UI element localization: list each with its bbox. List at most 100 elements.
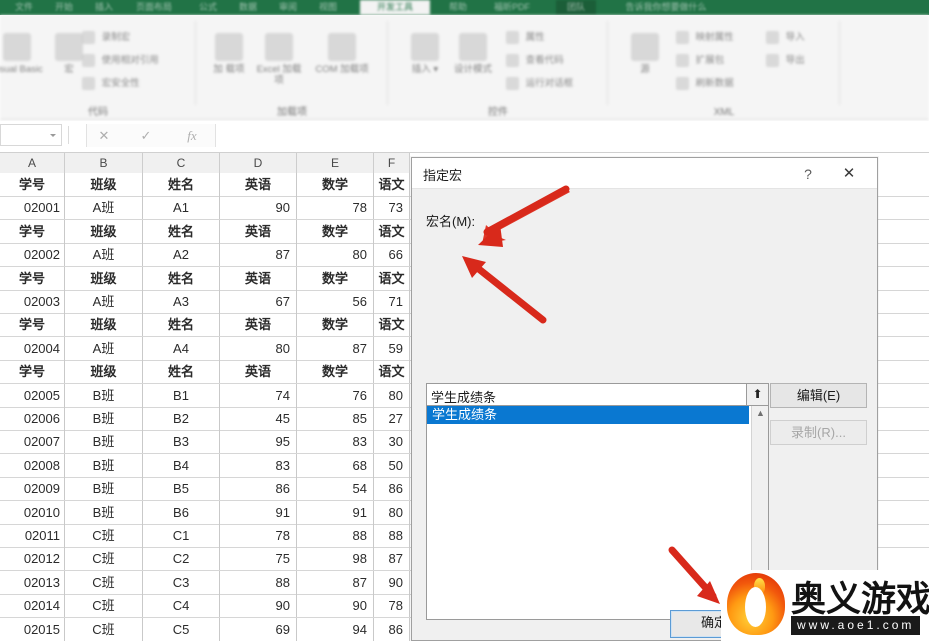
cell-C7[interactable]: 姓名 (143, 313, 220, 337)
cell-C1[interactable]: 姓名 (143, 173, 220, 196)
cell-F15[interactable]: 80 (374, 500, 410, 524)
cell-A3[interactable]: 学号 (0, 219, 65, 243)
cell-B7[interactable]: 班级 (65, 313, 143, 337)
cell-B17[interactable]: C班 (65, 547, 143, 571)
cell-D8[interactable]: 80 (220, 336, 297, 360)
cell-A11[interactable]: 02006 (0, 407, 65, 430)
cell-D5[interactable]: 英语 (220, 266, 297, 290)
scroll-up-icon[interactable]: ▲ (752, 406, 769, 423)
cell-C20[interactable]: C5 (143, 617, 220, 641)
cell-D7[interactable]: 英语 (220, 313, 297, 337)
cell-E9[interactable]: 数学 (297, 360, 374, 384)
cell-C10[interactable]: B1 (143, 383, 220, 407)
cell-E4[interactable]: 80 (297, 243, 374, 267)
cell-B3[interactable]: 班级 (65, 219, 143, 243)
cell-B20[interactable]: C班 (65, 617, 143, 641)
ribbon-tab-5[interactable]: 数据 (232, 0, 264, 15)
cell-A14[interactable]: 02009 (0, 477, 65, 501)
cell-A9[interactable]: 学号 (0, 360, 65, 384)
cell-C5[interactable]: 姓名 (143, 266, 220, 290)
ribbon-tab-1[interactable]: 开始 (48, 0, 80, 15)
cell-E3[interactable]: 数学 (297, 219, 374, 243)
cell-B14[interactable]: B班 (65, 477, 143, 501)
cell-D17[interactable]: 75 (220, 547, 297, 571)
ribbon-tabstrip[interactable]: 文件 开始 插入 页面布局 公式 数据 审阅 视图 开发工具 帮助 福昕PDF 团队 告诉我你想要做什么 (0, 0, 929, 15)
cell-B19[interactable]: C班 (65, 594, 143, 618)
cell-D6[interactable]: 67 (220, 290, 297, 313)
column-header-B[interactable]: B (65, 153, 143, 173)
cell-A5[interactable]: 学号 (0, 266, 65, 290)
list-item[interactable]: 学生成绩条 (427, 406, 749, 424)
column-header-E[interactable]: E (297, 153, 374, 173)
cell-F10[interactable]: 80 (374, 383, 410, 407)
ribbon-tab-4[interactable]: 公式 (192, 0, 224, 15)
ribbon-button-xml-source[interactable]: 源 (618, 29, 672, 75)
cell-A8[interactable]: 02004 (0, 336, 65, 360)
cell-B8[interactable]: A班 (65, 336, 143, 360)
cell-D3[interactable]: 英语 (220, 219, 297, 243)
cell-D16[interactable]: 78 (220, 524, 297, 547)
ribbon-tab-12[interactable]: 告诉我你想要做什么 (606, 0, 726, 15)
cell-C19[interactable]: C4 (143, 594, 220, 618)
cell-C8[interactable]: A4 (143, 336, 220, 360)
ribbon-button-import[interactable]: 导入 (766, 29, 805, 47)
cell-E11[interactable]: 85 (297, 407, 374, 430)
cell-A18[interactable]: 02013 (0, 570, 65, 594)
cell-A10[interactable]: 02005 (0, 383, 65, 407)
cell-F17[interactable]: 87 (374, 547, 410, 571)
ribbon-button-export[interactable]: 导出 (766, 52, 805, 70)
cell-D10[interactable]: 74 (220, 383, 297, 407)
cell-F5[interactable]: 语文 (374, 266, 410, 290)
ribbon-button-map-properties[interactable]: 映射属性 (676, 29, 734, 47)
cell-E1[interactable]: 数学 (297, 173, 374, 196)
cell-E13[interactable]: 68 (297, 453, 374, 477)
cell-A7[interactable]: 学号 (0, 313, 65, 337)
cell-E18[interactable]: 87 (297, 570, 374, 594)
column-header-C[interactable]: C (143, 153, 220, 173)
column-header-A[interactable]: A (0, 153, 65, 173)
ribbon-tab-6[interactable]: 审阅 (272, 0, 304, 15)
cell-F19[interactable]: 78 (374, 594, 410, 618)
dialog-title-bar[interactable]: 指定宏 ? ✕ (412, 158, 877, 189)
cell-A17[interactable]: 02012 (0, 547, 65, 571)
cell-D14[interactable]: 86 (220, 477, 297, 501)
help-icon[interactable]: ? (795, 163, 821, 185)
ribbon-tab-0[interactable]: 文件 (8, 0, 40, 15)
cell-C14[interactable]: B5 (143, 477, 220, 501)
ribbon-tab-8[interactable]: 开发工具 (360, 0, 430, 15)
cell-F3[interactable]: 语文 (374, 219, 410, 243)
cell-D2[interactable]: 90 (220, 196, 297, 220)
ribbon-button-view-code[interactable]: 查看代码 (506, 52, 564, 70)
cell-E20[interactable]: 94 (297, 617, 374, 641)
cell-E12[interactable]: 83 (297, 430, 374, 454)
cell-E19[interactable]: 90 (297, 594, 374, 618)
cell-D13[interactable]: 83 (220, 453, 297, 477)
name-box[interactable] (0, 124, 62, 146)
cell-C2[interactable]: A1 (143, 196, 220, 220)
cell-B2[interactable]: A班 (65, 196, 143, 220)
cell-F20[interactable]: 86 (374, 617, 410, 641)
cell-D4[interactable]: 87 (220, 243, 297, 267)
cell-F16[interactable]: 88 (374, 524, 410, 547)
ribbon-button-insert-control[interactable]: 插入 ▾ (398, 29, 452, 75)
column-header-F[interactable]: F (374, 153, 410, 173)
ribbon-button-macro-security[interactable]: 宏安全性 (82, 75, 140, 93)
cell-F4[interactable]: 66 (374, 243, 410, 267)
cell-F11[interactable]: 27 (374, 407, 410, 430)
cell-B4[interactable]: A班 (65, 243, 143, 267)
ribbon-button-properties[interactable]: 属性 (506, 29, 545, 47)
cell-F1[interactable]: 语文 (374, 173, 410, 196)
cell-A6[interactable]: 02003 (0, 290, 65, 313)
cell-F14[interactable]: 86 (374, 477, 410, 501)
ribbon-button-excel-addins[interactable]: Excel 加载项 (252, 29, 306, 86)
confirm-formula-icon[interactable]: ✓ (131, 126, 161, 145)
edit-button[interactable]: 编辑(E) (770, 383, 867, 408)
cell-C12[interactable]: B3 (143, 430, 220, 454)
macro-name-spinner[interactable]: ⬆ (747, 383, 769, 406)
cell-C6[interactable]: A3 (143, 290, 220, 313)
cell-E16[interactable]: 88 (297, 524, 374, 547)
cell-B9[interactable]: 班级 (65, 360, 143, 384)
cell-F9[interactable]: 语文 (374, 360, 410, 384)
ribbon-button-design-mode[interactable]: 设计模式 (446, 29, 500, 75)
cell-C4[interactable]: A2 (143, 243, 220, 267)
